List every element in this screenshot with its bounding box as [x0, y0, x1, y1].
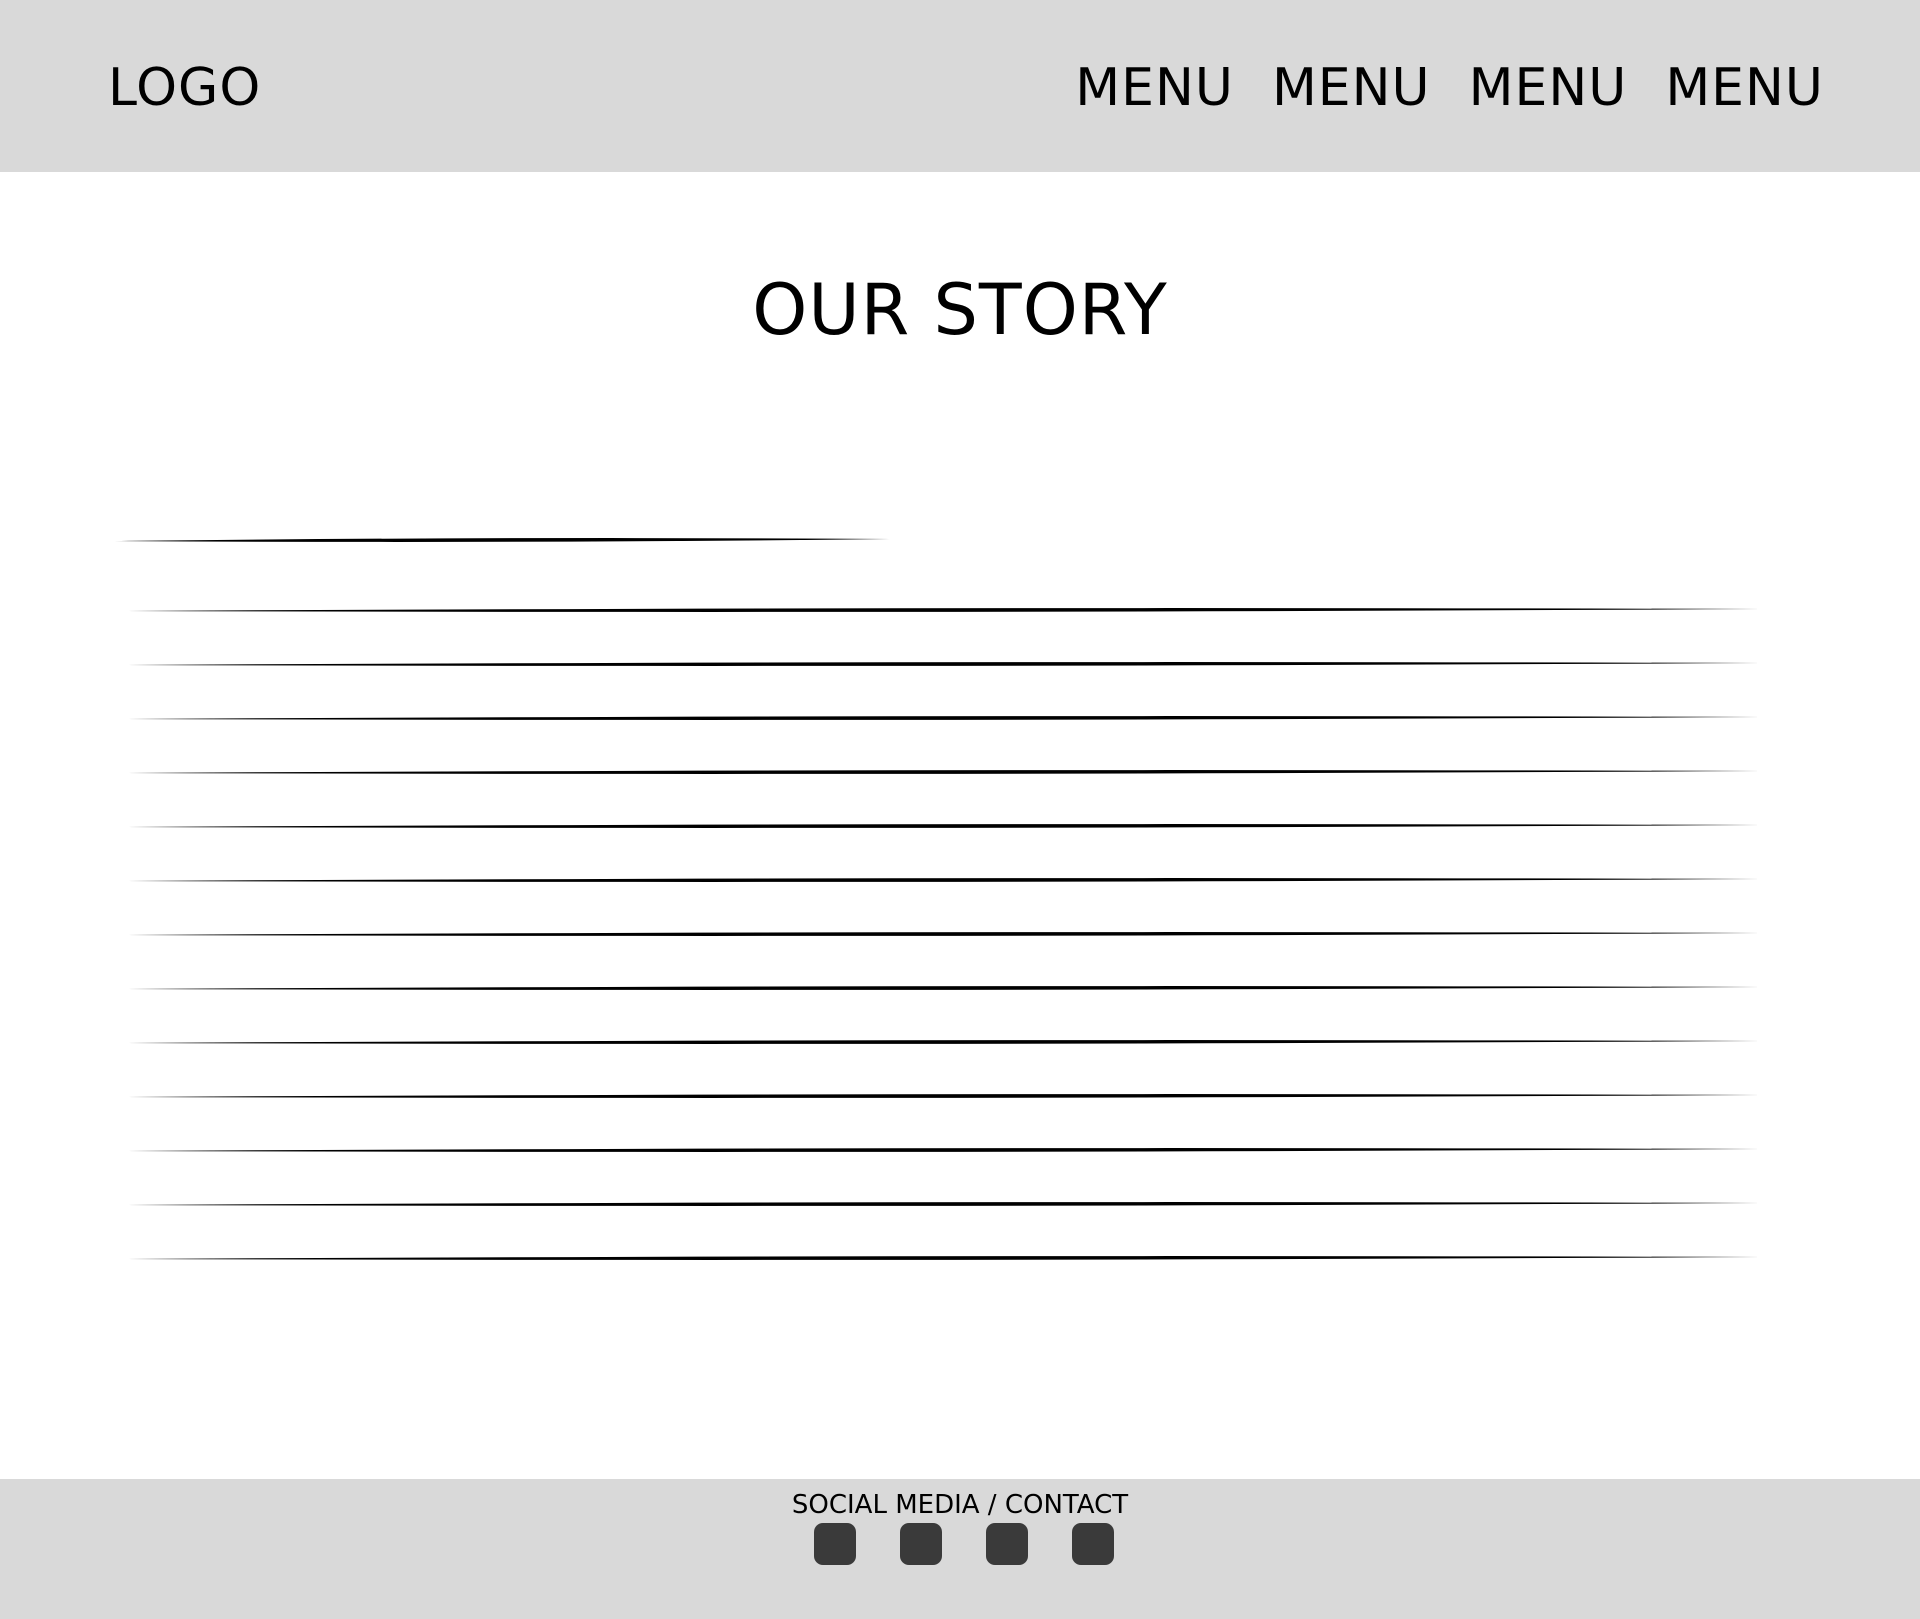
text-line-14	[118, 1256, 1760, 1260]
footer-label: SOCIAL MEDIA / CONTACT	[791, 1490, 1129, 1520]
text-line-8	[118, 932, 1760, 936]
text-line-4	[118, 716, 1760, 720]
social-icon-1[interactable]	[814, 1523, 856, 1565]
nav-menu-4[interactable]: MENU	[1665, 58, 1824, 118]
logo[interactable]: LOGO	[108, 58, 261, 118]
nav-menu-3[interactable]: MENU	[1469, 58, 1628, 118]
text-line-10	[118, 1040, 1760, 1044]
text-line-13	[118, 1202, 1760, 1206]
site-header: LOGO MENU MENU MENU MENU	[0, 0, 1920, 172]
social-icon-2[interactable]	[900, 1523, 942, 1565]
site-footer: SOCIAL MEDIA / CONTACT	[0, 1479, 1920, 1619]
main-nav: MENU MENU MENU MENU	[1075, 58, 1824, 118]
nav-menu-1[interactable]: MENU	[1075, 58, 1234, 118]
text-line-5	[118, 770, 1760, 774]
social-icon-4[interactable]	[1072, 1523, 1114, 1565]
placeholder-text-block	[114, 538, 1760, 1260]
social-icon-3[interactable]	[986, 1523, 1028, 1565]
text-line-2	[118, 608, 1760, 612]
text-line-11	[118, 1094, 1760, 1098]
text-lines	[114, 538, 1760, 1260]
text-line-6	[118, 824, 1760, 828]
text-line-1	[114, 538, 892, 542]
nav-menu-2[interactable]: MENU	[1272, 58, 1431, 118]
text-line-12	[118, 1148, 1760, 1152]
page-title: OUR STORY	[752, 269, 1168, 351]
social-links	[814, 1523, 1114, 1565]
text-line-3	[118, 662, 1760, 666]
text-line-7	[118, 878, 1760, 882]
text-line-9	[118, 986, 1760, 990]
